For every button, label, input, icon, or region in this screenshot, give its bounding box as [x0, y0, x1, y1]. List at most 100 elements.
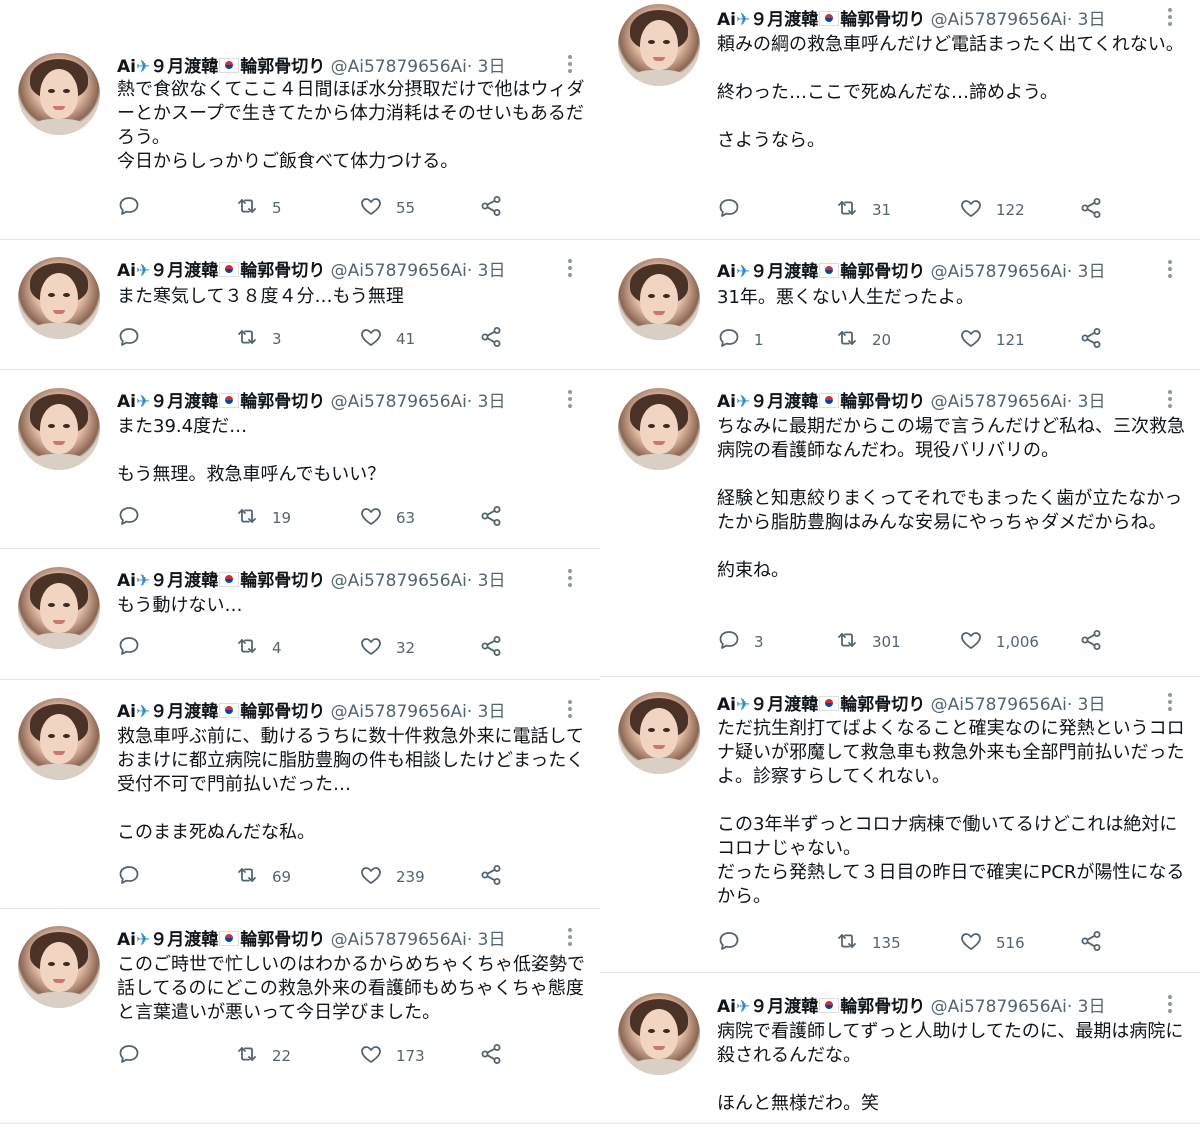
share-button[interactable]: [479, 1044, 503, 1068]
display-name[interactable]: Ai✈９月渡韓 輪郭骨切り: [717, 262, 925, 282]
avatar[interactable]: [618, 692, 700, 774]
more-icon[interactable]: [568, 928, 572, 949]
share-button[interactable]: [1079, 198, 1103, 222]
more-icon[interactable]: [568, 390, 572, 411]
user-handle[interactable]: @Ai57879656Ai: [331, 261, 467, 281]
display-name[interactable]: Ai✈９月渡韓 輪郭骨切り: [117, 571, 325, 591]
avatar[interactable]: [18, 567, 100, 649]
retweet-button[interactable]: 301: [835, 630, 901, 654]
timestamp[interactable]: · 3日: [467, 930, 506, 950]
more-icon[interactable]: [1168, 260, 1172, 281]
timestamp[interactable]: · 3日: [467, 261, 506, 281]
display-name[interactable]: Ai✈９月渡韓 輪郭骨切り: [117, 261, 325, 281]
user-handle[interactable]: @Ai57879656Ai: [931, 997, 1067, 1017]
like-button[interactable]: 516: [959, 931, 1025, 955]
avatar[interactable]: [618, 258, 700, 340]
share-button[interactable]: [1079, 630, 1103, 654]
tweet[interactable]: Ai✈９月渡韓 輪郭骨切り @Ai57879656Ai· 3日 ちなみに最期だからこ…: [600, 370, 1200, 677]
reply-button[interactable]: [117, 636, 154, 660]
retweet-button[interactable]: 135: [835, 931, 901, 955]
like-button[interactable]: 173: [359, 1044, 425, 1068]
avatar[interactable]: [618, 388, 700, 470]
more-icon[interactable]: [1168, 390, 1172, 411]
user-handle[interactable]: @Ai57879656Ai: [331, 57, 467, 77]
more-icon[interactable]: [568, 700, 572, 721]
like-button[interactable]: 1,006: [959, 630, 1039, 654]
user-handle[interactable]: @Ai57879656Ai: [331, 702, 467, 722]
user-handle[interactable]: @Ai57879656Ai: [931, 392, 1067, 412]
retweet-button[interactable]: 20: [835, 328, 891, 352]
retweet-button[interactable]: 69: [235, 865, 291, 889]
retweet-button[interactable]: 3: [235, 327, 282, 351]
display-name[interactable]: Ai✈９月渡韓 輪郭骨切り: [717, 997, 925, 1017]
display-name[interactable]: Ai✈９月渡韓 輪郭骨切り: [717, 695, 925, 715]
share-button[interactable]: [1079, 931, 1103, 955]
like-button[interactable]: 55: [359, 196, 415, 220]
avatar[interactable]: [18, 926, 100, 1008]
tweet[interactable]: Ai✈９月渡韓 輪郭骨切り @Ai57879656Ai· 3日 病院で看護師してずっ…: [600, 973, 1200, 1124]
tweet[interactable]: Ai✈９月渡韓 輪郭骨切り @Ai57879656Ai· 3日 熱で食欲なくてここ４…: [0, 0, 600, 240]
reply-button[interactable]: [117, 506, 154, 530]
user-handle[interactable]: @Ai57879656Ai: [331, 571, 467, 591]
share-button[interactable]: [479, 636, 503, 660]
display-name[interactable]: Ai✈９月渡韓 輪郭骨切り: [117, 392, 325, 412]
retweet-button[interactable]: 4: [235, 636, 282, 660]
avatar[interactable]: [618, 4, 700, 86]
like-button[interactable]: 239: [359, 865, 425, 889]
tweet[interactable]: Ai✈９月渡韓 輪郭骨切り @Ai57879656Ai· 3日 また39.4度だ… …: [0, 370, 600, 549]
retweet-button[interactable]: 19: [235, 506, 291, 530]
share-button[interactable]: [479, 865, 503, 889]
reply-button[interactable]: [717, 931, 754, 955]
timestamp[interactable]: · 3日: [467, 702, 506, 722]
tweet[interactable]: Ai✈９月渡韓 輪郭骨切り @Ai57879656Ai· 3日 ただ抗生剤打てばよく…: [600, 677, 1200, 973]
avatar[interactable]: [18, 53, 100, 135]
display-name[interactable]: Ai✈９月渡韓 輪郭骨切り: [117, 57, 325, 77]
reply-button[interactable]: 1: [717, 328, 764, 352]
avatar[interactable]: [18, 388, 100, 470]
more-icon[interactable]: [1168, 693, 1172, 714]
timestamp[interactable]: · 3日: [467, 57, 506, 77]
avatar[interactable]: [18, 257, 100, 339]
share-button[interactable]: [1079, 328, 1103, 352]
tweet[interactable]: Ai✈９月渡韓 輪郭骨切り @Ai57879656Ai· 3日 31年。悪くない人生…: [600, 240, 1200, 370]
user-handle[interactable]: @Ai57879656Ai: [931, 695, 1067, 715]
reply-button[interactable]: [117, 865, 154, 889]
reply-button[interactable]: 3: [717, 630, 764, 654]
display-name[interactable]: Ai✈９月渡韓 輪郭骨切り: [717, 10, 925, 30]
like-button[interactable]: 63: [359, 506, 415, 530]
more-icon[interactable]: [1168, 8, 1172, 29]
user-handle[interactable]: @Ai57879656Ai: [331, 392, 467, 412]
tweet[interactable]: Ai✈９月渡韓 輪郭骨切り @Ai57879656Ai· 3日 頼みの綱の救急車呼ん…: [600, 0, 1200, 240]
share-button[interactable]: [479, 196, 503, 220]
like-button[interactable]: 121: [959, 328, 1025, 352]
more-icon[interactable]: [568, 55, 572, 76]
reply-button[interactable]: [117, 196, 154, 220]
timestamp[interactable]: · 3日: [1067, 997, 1106, 1017]
timestamp[interactable]: · 3日: [467, 392, 506, 412]
avatar[interactable]: [618, 993, 700, 1075]
avatar[interactable]: [18, 698, 100, 780]
timestamp[interactable]: · 3日: [1067, 10, 1106, 30]
like-button[interactable]: 122: [959, 198, 1025, 222]
retweet-button[interactable]: 5: [235, 196, 282, 220]
more-icon[interactable]: [568, 569, 572, 590]
more-icon[interactable]: [568, 259, 572, 280]
retweet-button[interactable]: 31: [835, 198, 891, 222]
tweet[interactable]: Ai✈９月渡韓 輪郭骨切り @Ai57879656Ai· 3日 このご時世で忙しいの…: [0, 909, 600, 1124]
timestamp[interactable]: · 3日: [1067, 695, 1106, 715]
timestamp[interactable]: · 3日: [1067, 262, 1106, 282]
retweet-button[interactable]: 22: [235, 1044, 291, 1068]
display-name[interactable]: Ai✈９月渡韓 輪郭骨切り: [117, 702, 325, 722]
user-handle[interactable]: @Ai57879656Ai: [931, 262, 1067, 282]
display-name[interactable]: Ai✈９月渡韓 輪郭骨切り: [717, 392, 925, 412]
like-button[interactable]: 32: [359, 636, 415, 660]
timestamp[interactable]: · 3日: [1067, 392, 1106, 412]
share-button[interactable]: [479, 327, 503, 351]
tweet[interactable]: Ai✈９月渡韓 輪郭骨切り @Ai57879656Ai· 3日 もう動けない… 4 32: [0, 549, 600, 680]
user-handle[interactable]: @Ai57879656Ai: [331, 930, 467, 950]
timestamp[interactable]: · 3日: [467, 571, 506, 591]
share-button[interactable]: [479, 506, 503, 530]
reply-button[interactable]: [717, 198, 754, 222]
tweet[interactable]: Ai✈９月渡韓 輪郭骨切り @Ai57879656Ai· 3日 また寒気して３８度４…: [0, 240, 600, 370]
user-handle[interactable]: @Ai57879656Ai: [931, 10, 1067, 30]
